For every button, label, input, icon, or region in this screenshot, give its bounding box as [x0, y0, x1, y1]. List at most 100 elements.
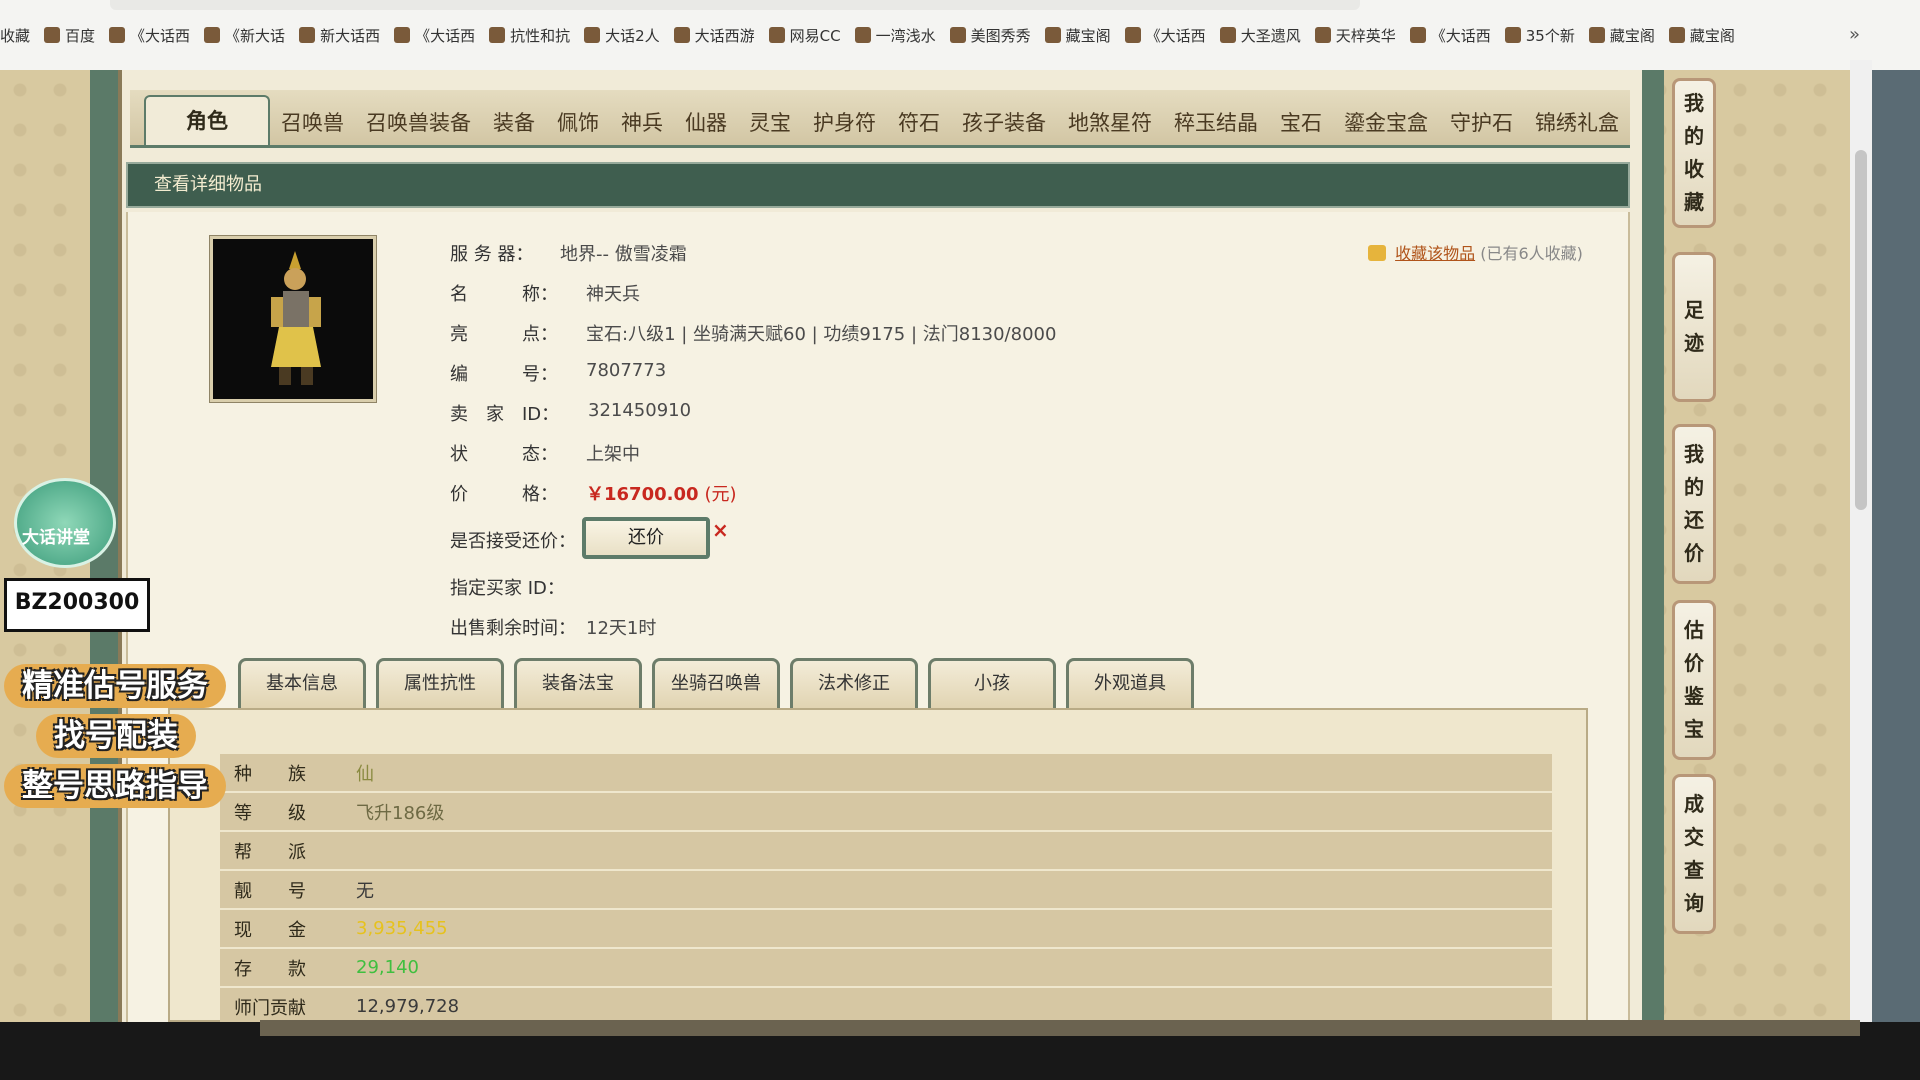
- tab-16[interactable]: 锦绣礼盒: [1524, 107, 1630, 145]
- deal-query-button[interactable]: 成交查询: [1672, 774, 1716, 934]
- detail-area: 服 务 器： 地界-- 傲雪凌霜 名 称： 神天兵 亮 点： 宝石:八级1 | …: [126, 212, 1630, 1027]
- sidebar-char: 成: [1684, 792, 1704, 816]
- attribute-value: 飞升186级: [355, 792, 1552, 832]
- table-row: 靓 号无: [220, 870, 1552, 910]
- tab-5[interactable]: 神兵: [610, 107, 674, 145]
- bookmark-item[interactable]: 《大话西: [394, 22, 475, 48]
- highlights-value: 宝石:八级1 | 坐骑满天赋60 | 功绩9175 | 法门8130/8000: [586, 324, 1057, 345]
- bookmark-item[interactable]: 网易CC: [768, 22, 841, 48]
- sidebar-char: 鉴: [1684, 684, 1704, 708]
- bookmark-favicon-icon: [768, 27, 785, 43]
- bookmark-label: 藏宝阁: [1689, 26, 1735, 45]
- bookmark-item[interactable]: 收藏: [0, 22, 30, 48]
- bookmark-favicon-icon: [1314, 27, 1331, 43]
- price-label: 价 格：: [450, 484, 558, 505]
- my-offers-button[interactable]: 我的还价: [1672, 424, 1716, 584]
- subtab-0[interactable]: 基本信息: [238, 658, 366, 708]
- subtab-5[interactable]: 小孩: [928, 658, 1056, 708]
- bookmark-item[interactable]: 藏宝阁: [1044, 22, 1111, 48]
- server-row: 服 务 器： 地界-- 傲雪凌霜: [450, 240, 687, 266]
- address-bar[interactable]: [110, 0, 1360, 10]
- tab-14[interactable]: 鎏金宝盒: [1333, 107, 1439, 145]
- remaining-time-value: 12天1时: [586, 618, 657, 639]
- bookmark-item[interactable]: 《大话西: [1409, 22, 1491, 48]
- tab-9[interactable]: 符石: [887, 107, 951, 145]
- subtab-2[interactable]: 装备法宝: [514, 658, 642, 708]
- bookmark-item[interactable]: 35个新: [1504, 22, 1575, 48]
- bookmark-item[interactable]: 大话西游: [673, 22, 755, 48]
- tab-11[interactable]: 地煞星符: [1057, 107, 1163, 145]
- bookmark-item[interactable]: 美图秀秀: [949, 22, 1031, 48]
- favorite-link-label[interactable]: 收藏该物品: [1395, 244, 1475, 263]
- price-unit: (元): [704, 484, 737, 505]
- price-value: ￥16700.00: [586, 484, 699, 505]
- tab-13[interactable]: 宝石: [1269, 107, 1333, 145]
- favorite-link[interactable]: 收藏该物品 (已有6人收藏): [1368, 240, 1583, 264]
- attribute-value: 无: [355, 870, 1552, 910]
- bookmark-label: 大话西游: [694, 26, 755, 45]
- bookmark-favicon-icon: [949, 27, 966, 43]
- subtab-4[interactable]: 法术修正: [790, 658, 918, 708]
- tab-8[interactable]: 护身符: [802, 107, 887, 145]
- tab-0[interactable]: 角色: [144, 95, 270, 145]
- tab-12[interactable]: 稡玉结晶: [1163, 107, 1269, 145]
- number-value: 7807773: [586, 360, 667, 381]
- bookmark-item[interactable]: 大圣遗风: [1219, 22, 1301, 48]
- table-row: 等 级飞升186级: [220, 792, 1552, 832]
- section-header: 查看详细物品: [126, 162, 1630, 208]
- bookmark-label: 美图秀秀: [970, 26, 1031, 45]
- bookmark-item[interactable]: 《新大话: [204, 22, 285, 48]
- bookmark-item[interactable]: 《大话西: [109, 22, 190, 48]
- bookmark-item[interactable]: 大话2人: [584, 22, 660, 48]
- attribute-key: 靓 号: [220, 870, 355, 910]
- attribute-key: 种 族: [220, 754, 355, 793]
- tab-1[interactable]: 召唤兽: [270, 107, 355, 145]
- bookmark-favicon-icon: [204, 27, 221, 43]
- sidebar-char: 足: [1684, 298, 1704, 322]
- counter-offer-label: 是否接受还价：: [450, 531, 576, 552]
- subtab-6[interactable]: 外观道具: [1066, 658, 1194, 708]
- sidebar-char: 交: [1684, 825, 1704, 849]
- bookmark-item[interactable]: 《大话西: [1124, 22, 1206, 48]
- bookmark-item[interactable]: 藏宝阁: [1588, 22, 1655, 48]
- bookmark-item[interactable]: 天梓英华: [1314, 22, 1396, 48]
- favorite-icon: [1368, 245, 1386, 261]
- attribute-table: 种 族仙等 级飞升186级帮 派靓 号无现 金 3,935,455 存 款 29,14…: [220, 754, 1552, 1027]
- bookmark-item[interactable]: 抗性和抗: [489, 22, 570, 48]
- tab-7[interactable]: 灵宝: [738, 107, 802, 145]
- character-portrait-image: [209, 235, 377, 403]
- appraisal-button[interactable]: 估价鉴宝: [1672, 600, 1716, 760]
- counter-offer-button[interactable]: 还价: [582, 517, 710, 559]
- scrollbar-thumb[interactable]: [1855, 150, 1867, 510]
- bookmark-favicon-icon: [673, 27, 690, 43]
- tab-3[interactable]: 装备: [482, 107, 546, 145]
- tab-15[interactable]: 守护石: [1439, 107, 1524, 145]
- bookmark-label: 《大话西: [415, 26, 476, 45]
- history-button[interactable]: 足迹: [1672, 252, 1716, 402]
- tab-4[interactable]: 佩饰: [546, 107, 610, 145]
- bookmark-item[interactable]: 一湾浅水: [854, 22, 936, 48]
- bookmark-item[interactable]: 新大话西: [299, 22, 380, 48]
- tab-10[interactable]: 孩子装备: [951, 107, 1057, 145]
- highlights-row: 亮 点： 宝石:八级1 | 坐骑满天赋60 | 功绩9175 | 法门8130/…: [450, 320, 1056, 346]
- bookmark-favicon-icon: [44, 27, 61, 43]
- attribute-key: 等 级: [220, 792, 355, 832]
- bookmark-favicon-icon: [489, 27, 506, 43]
- sidebar-char: 的: [1684, 475, 1704, 499]
- bookmark-favicon-icon: [1409, 27, 1426, 43]
- bookmark-item[interactable]: 百度: [44, 22, 95, 48]
- bookmarks-more-button[interactable]: »: [1849, 24, 1860, 45]
- subtab-3[interactable]: 坐骑召唤兽: [652, 658, 780, 708]
- subtab-1[interactable]: 属性抗性: [376, 658, 504, 708]
- tab-2[interactable]: 召唤兽装备: [355, 107, 482, 145]
- bookmark-item[interactable]: 藏宝阁: [1668, 22, 1735, 48]
- table-row: 存 款 29,140: [220, 948, 1552, 988]
- bookmark-favicon-icon: [394, 27, 411, 43]
- sidebar-char: 估: [1684, 618, 1704, 642]
- tab-6[interactable]: 仙器: [674, 107, 738, 145]
- game-bottom-strip: [260, 1020, 1860, 1036]
- my-favorites-button[interactable]: 我的收藏: [1672, 78, 1716, 228]
- detail-subtab-bar: 基本信息 属性抗性 装备法宝 坐骑召唤兽 法术修正 小孩 外观道具: [238, 658, 1194, 708]
- bookmark-label: 网易CC: [789, 26, 841, 45]
- bookmark-favicon-icon: [854, 27, 871, 43]
